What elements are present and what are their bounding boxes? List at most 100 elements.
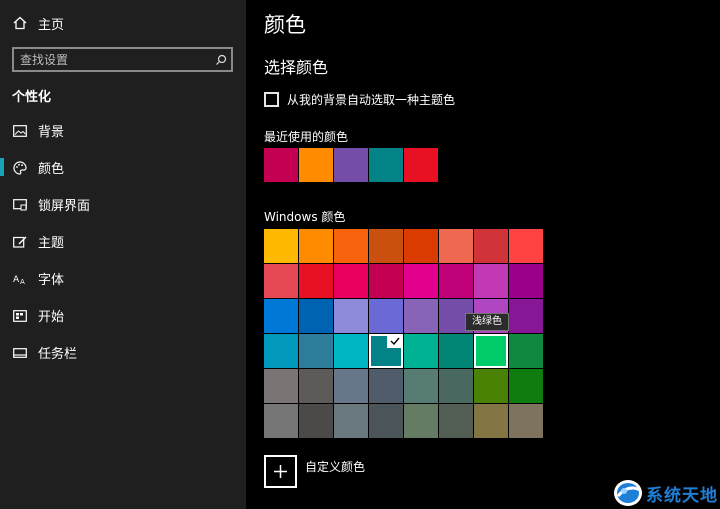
color-swatch[interactable] (264, 334, 298, 368)
home-link[interactable]: 主页 (12, 12, 64, 34)
color-swatch[interactable] (264, 264, 298, 298)
windows-colors-label: Windows 颜色 (264, 210, 346, 224)
color-swatch[interactable] (299, 264, 333, 298)
sidebar-item-colors[interactable]: 颜色 (0, 149, 246, 186)
color-swatch[interactable] (439, 369, 473, 403)
recent-colors-label: 最近使用的颜色 (264, 130, 349, 144)
color-swatch[interactable] (509, 334, 543, 368)
color-swatch[interactable] (404, 264, 438, 298)
color-swatch[interactable] (474, 334, 508, 368)
watermark: 系统天地 (612, 478, 718, 508)
custom-color-row[interactable]: 自定义颜色 (264, 455, 365, 488)
color-swatch[interactable] (474, 264, 508, 298)
auto-pick-accent-row[interactable]: 从我的背景自动选取一种主题色 (264, 91, 455, 108)
recent-color-swatch[interactable] (404, 148, 438, 182)
sidebar-item-label: 任务栏 (38, 347, 78, 362)
checkmark-icon (387, 334, 403, 348)
home-label: 主页 (38, 17, 65, 33)
color-swatch[interactable] (474, 229, 508, 263)
color-swatch[interactable] (404, 369, 438, 403)
color-swatch[interactable] (439, 229, 473, 263)
custom-color-label: 自定义颜色 (305, 460, 366, 474)
color-swatch[interactable] (334, 369, 368, 403)
color-swatch[interactable] (264, 369, 298, 403)
font-icon: AA (12, 271, 28, 287)
color-swatch[interactable] (404, 229, 438, 263)
color-swatch[interactable] (369, 404, 403, 438)
color-swatch[interactable] (299, 334, 333, 368)
color-swatch[interactable] (439, 264, 473, 298)
sidebar-item-fonts[interactable]: AA 字体 (0, 260, 246, 297)
color-swatch[interactable] (334, 229, 368, 263)
recent-colors-row (264, 148, 439, 182)
color-swatch[interactable] (334, 299, 368, 333)
sidebar-item-label: 背景 (38, 125, 65, 140)
color-swatch[interactable] (264, 299, 298, 333)
color-swatch[interactable] (509, 404, 543, 438)
lock-screen-icon (12, 197, 28, 213)
recent-color-swatch[interactable] (334, 148, 368, 182)
sidebar-nav: 背景 颜色 锁屏界面 主题 AA 字体 开始 任务栏 (0, 112, 246, 371)
sidebar-item-label: 主题 (38, 236, 65, 251)
section-title: 个性化 (12, 90, 52, 105)
color-swatch[interactable] (369, 369, 403, 403)
color-swatch[interactable] (404, 334, 438, 368)
svg-text:A: A (13, 275, 20, 285)
sidebar-item-start[interactable]: 开始 (0, 297, 246, 334)
search-input[interactable] (14, 52, 211, 67)
color-swatch[interactable] (474, 404, 508, 438)
sidebar-item-label: 字体 (38, 273, 65, 288)
color-swatch[interactable] (369, 299, 403, 333)
main-content: 颜色 选择颜色 从我的背景自动选取一种主题色 最近使用的颜色 Windows 颜… (246, 0, 720, 509)
recent-color-swatch[interactable] (369, 148, 403, 182)
start-icon (12, 308, 28, 324)
image-icon (12, 123, 28, 139)
color-swatch[interactable] (404, 299, 438, 333)
sidebar-item-themes[interactable]: 主题 (0, 223, 246, 260)
color-swatch[interactable] (509, 299, 543, 333)
color-swatch[interactable] (334, 334, 368, 368)
color-swatch[interactable] (439, 334, 473, 368)
color-swatch[interactable] (334, 404, 368, 438)
color-swatch[interactable] (369, 264, 403, 298)
color-swatch[interactable] (334, 264, 368, 298)
color-swatch[interactable] (299, 299, 333, 333)
color-swatch[interactable] (474, 369, 508, 403)
palette-icon (12, 160, 28, 176)
add-custom-color-button[interactable] (264, 455, 297, 488)
watermark-text: 系统天地 (646, 485, 718, 506)
theme-icon (12, 234, 28, 250)
sidebar-item-label: 锁屏界面 (38, 199, 91, 214)
windows-colors-grid (264, 229, 548, 438)
color-tooltip: 浅绿色 (465, 313, 509, 331)
color-swatch[interactable] (264, 404, 298, 438)
sidebar-item-label: 颜色 (38, 162, 65, 177)
plus-icon (274, 465, 287, 478)
watermark-logo-icon (614, 480, 642, 506)
recent-color-swatch[interactable] (264, 148, 298, 182)
color-swatch[interactable] (299, 369, 333, 403)
color-swatch[interactable] (299, 404, 333, 438)
color-swatch[interactable] (509, 264, 543, 298)
auto-pick-checkbox[interactable] (264, 92, 279, 107)
search-box[interactable] (12, 47, 233, 72)
home-icon (12, 15, 28, 31)
color-swatch[interactable] (299, 229, 333, 263)
taskbar-icon (12, 345, 28, 361)
recent-color-swatch[interactable] (299, 148, 333, 182)
sidebar-item-background[interactable]: 背景 (0, 112, 246, 149)
page-title: 颜色 (264, 13, 306, 37)
sidebar-item-taskbar[interactable]: 任务栏 (0, 334, 246, 371)
svg-text:A: A (20, 278, 25, 285)
sidebar-item-lock-screen[interactable]: 锁屏界面 (0, 186, 246, 223)
color-swatch[interactable] (509, 229, 543, 263)
color-swatch[interactable] (404, 404, 438, 438)
color-swatch[interactable] (439, 404, 473, 438)
color-swatch[interactable] (369, 334, 403, 368)
color-swatch[interactable] (509, 369, 543, 403)
search-icon[interactable] (211, 50, 231, 70)
choose-color-heading: 选择颜色 (264, 58, 329, 77)
color-swatch[interactable] (369, 229, 403, 263)
sidebar-item-label: 开始 (38, 310, 65, 325)
color-swatch[interactable] (264, 229, 298, 263)
